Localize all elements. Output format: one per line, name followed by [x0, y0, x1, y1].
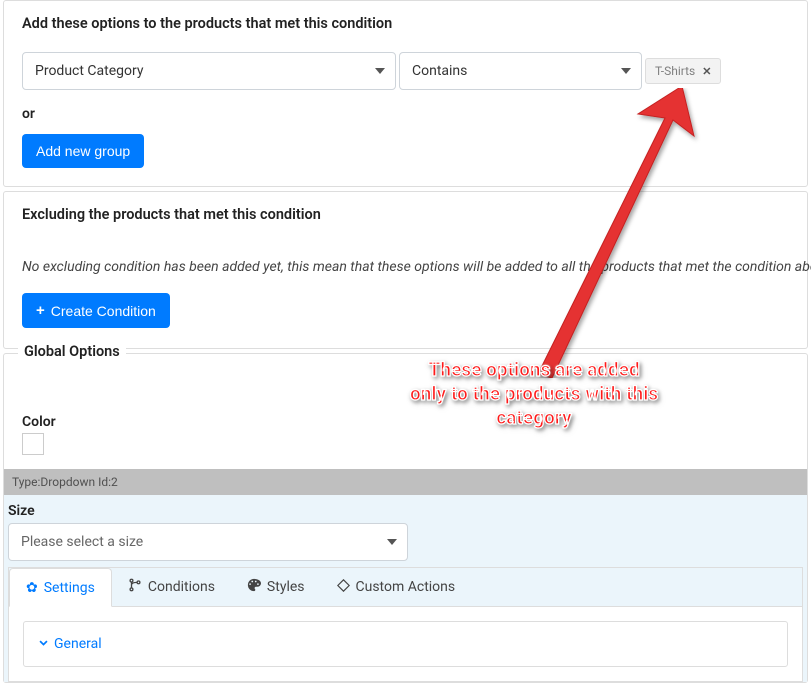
create-condition-button[interactable]: + Create Condition [22, 293, 170, 328]
condition-row: Product Category Contains T-Shirts ✕ [22, 52, 789, 90]
exclude-section: Excluding the products that met this con… [3, 191, 808, 349]
add-options-body: Product Category Contains T-Shirts ✕ or … [4, 46, 807, 186]
plus-icon: + [36, 302, 45, 319]
global-options-fieldset: Global Options Color Type:Dropdown Id:2 … [3, 353, 808, 683]
global-options-legend: Global Options [18, 343, 126, 360]
size-select[interactable]: Please select a size [8, 523, 408, 561]
color-label: Color [22, 414, 789, 430]
color-block: Color [4, 368, 807, 469]
add-options-section: Add these options to the products that m… [3, 0, 808, 187]
size-label: Size [4, 503, 807, 523]
exclude-header: Excluding the products that met this con… [4, 192, 807, 237]
tab-conditions[interactable]: Conditions [112, 568, 231, 606]
size-select-placeholder: Please select a size [21, 534, 387, 550]
branch-icon [128, 578, 142, 596]
option-tabs: ✿ Settings Conditions [9, 568, 802, 607]
palette-icon [247, 578, 261, 596]
gear-icon: ✿ [26, 580, 38, 596]
size-block: Size Please select a size ✿ Settings [4, 495, 807, 682]
chevron-down-icon [375, 68, 385, 74]
chevron-down-icon [621, 68, 631, 74]
color-swatch[interactable] [22, 433, 44, 455]
option-tabs-wrap: ✿ Settings Conditions [8, 567, 803, 682]
general-section-toggle[interactable]: General [23, 621, 788, 667]
operator-select[interactable]: Contains [399, 52, 642, 90]
type-id-row: Type:Dropdown Id:2 [4, 469, 807, 495]
exclude-note: No excluding condition has been added ye… [4, 237, 807, 293]
create-condition-label: Create Condition [51, 303, 156, 319]
tab-settings-label: Settings [44, 580, 95, 596]
operator-select-value: Contains [412, 63, 621, 79]
or-label: or [22, 106, 789, 122]
tab-custom-actions[interactable]: Custom Actions [321, 568, 472, 606]
value-tag[interactable]: T-Shirts ✕ [645, 58, 721, 84]
create-condition-wrap: + Create Condition [4, 293, 807, 348]
tab-settings[interactable]: ✿ Settings [9, 568, 112, 607]
diamond-icon [337, 579, 350, 596]
value-tag-label: T-Shirts [655, 64, 695, 78]
field-select-value: Product Category [35, 63, 375, 79]
field-select[interactable]: Product Category [22, 52, 396, 90]
general-section-label: General [54, 636, 102, 652]
chevron-down-icon [38, 637, 49, 651]
add-new-group-label: Add new group [36, 143, 130, 159]
tab-conditions-label: Conditions [148, 579, 215, 595]
add-options-header: Add these options to the products that m… [4, 1, 807, 46]
tab-styles-label: Styles [267, 579, 305, 595]
close-icon[interactable]: ✕ [702, 65, 711, 78]
tab-styles[interactable]: Styles [231, 568, 321, 606]
chevron-down-icon [387, 539, 397, 545]
add-new-group-button[interactable]: Add new group [22, 134, 144, 168]
tab-custom-actions-label: Custom Actions [356, 579, 456, 595]
